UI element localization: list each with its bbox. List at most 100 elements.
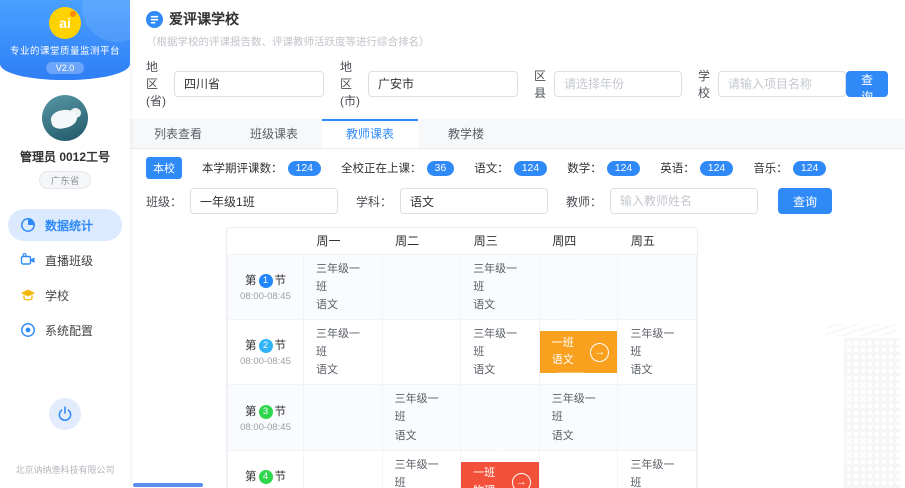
app-logo-icon: ai <box>49 7 81 39</box>
day-header: 周三 <box>461 228 540 254</box>
stats-row: 本校 本学期评课数：124 全校正在上课：36 语文：124 数学：124 英语… <box>130 149 905 183</box>
teacher-input[interactable] <box>610 188 758 214</box>
schedule-cell: 三年级一班语文 <box>304 254 383 319</box>
tab-list-view[interactable]: 列表查看 <box>130 119 226 148</box>
cell-subject: 语文 <box>552 427 606 445</box>
main-content: 爱评课学校 （根据学校的评课报告数、评课教师活跃度等进行综合排名） 地区(省) … <box>130 0 905 488</box>
schedule-cell: 三年级一班语文 <box>618 319 697 384</box>
count-badge: 124 <box>793 161 827 176</box>
day-header: 周二 <box>382 228 461 254</box>
sidebar-item-label: 数据统计 <box>45 217 93 234</box>
tab-teaching-building[interactable]: 教学楼 <box>418 119 514 148</box>
sidebar-item-schools[interactable]: 学校 <box>8 279 122 311</box>
schedule-cell-live[interactable]: 三年级一班物理 已结束→ <box>461 450 540 488</box>
schedule-cell: 三年级一班语文 <box>382 450 461 488</box>
cell-class-name: 三年级一班 <box>630 325 684 361</box>
cell-class-name: 三年级一班 <box>473 325 527 361</box>
stat-semester-reviews: 本学期评课数：124 <box>202 160 321 176</box>
sidebar-item-system-config[interactable]: 系统配置 <box>8 314 122 346</box>
schedule-cell-empty <box>304 450 383 488</box>
page-subtitle: （根据学校的评课报告数、评课教师活跃度等进行综合排名） <box>146 34 887 49</box>
schedule-search-button[interactable]: 查询 <box>778 188 832 214</box>
schedule-cell: 三年级一班语文 <box>461 254 540 319</box>
school-icon <box>20 287 36 303</box>
province-label: 地区(省) <box>146 58 166 109</box>
tab-teacher-schedule[interactable]: 教师课表 <box>322 119 418 148</box>
schedule-cell: 三年级一班语文 <box>618 450 697 488</box>
cell-class-name: 三年级一班 <box>630 456 684 488</box>
school-input[interactable] <box>718 71 846 97</box>
enter-class-icon[interactable]: → <box>590 343 609 362</box>
province-select[interactable] <box>174 71 324 97</box>
sidebar: ai 专业的课堂质量监测平台 V2.0 管理员 0012工号 广东省 数据统计 … <box>0 0 130 488</box>
settings-icon <box>20 322 36 338</box>
sidebar-menu: 数据统计 直播班级 学校 系统配置 <box>0 209 130 346</box>
period-number-badge: 2 <box>259 339 273 353</box>
logout-power-button[interactable] <box>49 398 81 430</box>
building-watermark <box>844 338 900 488</box>
cell-subject: 语文 <box>473 296 527 314</box>
count-badge: 124 <box>514 161 548 176</box>
sidebar-item-data-statistics[interactable]: 数据统计 <box>8 209 122 241</box>
class-select[interactable] <box>190 188 338 214</box>
city-select[interactable] <box>368 71 518 97</box>
stat-music: 音乐：124 <box>753 160 826 176</box>
enter-class-icon[interactable]: → <box>512 473 531 488</box>
schedule-cell-live[interactable]: 三年级一班语文 授课中→ <box>539 319 618 384</box>
schedule-cell-empty <box>382 254 461 319</box>
schedule-cell: 三年级一班语文 <box>304 319 383 384</box>
stat-math: 数学：124 <box>567 160 640 176</box>
timetable-corner <box>228 228 304 254</box>
platform-name: 专业的课堂质量监测平台 <box>0 43 130 57</box>
horizontal-scrollbar[interactable] <box>133 483 203 487</box>
cell-class-name: 三年级一班 <box>552 317 591 352</box>
sidebar-item-label: 学校 <box>45 287 69 304</box>
class-label: 班级： <box>146 193 182 210</box>
cell-subject: 语文 <box>473 361 527 379</box>
period-label: 第1节08:00-08:45 <box>228 254 304 319</box>
period-number-badge: 3 <box>259 405 273 419</box>
video-camera-icon <box>20 252 36 268</box>
cell-subject: 物理 已结束 <box>473 483 512 488</box>
cell-class-name: 三年级一班 <box>395 390 449 426</box>
power-icon <box>57 406 73 422</box>
cell-class-name: 三年级一班 <box>473 448 512 483</box>
cell-subject: 语文 <box>630 361 684 379</box>
period-number-badge: 1 <box>259 274 273 288</box>
teacher-label: 教师： <box>566 193 602 210</box>
cell-subject: 语文 <box>316 361 370 379</box>
count-badge: 124 <box>700 161 734 176</box>
schedule-cell-empty <box>539 450 618 488</box>
user-region-badge: 广东省 <box>39 171 92 189</box>
tab-class-schedule[interactable]: 班级课表 <box>226 119 322 148</box>
district-label: 区县 <box>534 67 546 101</box>
sidebar-item-label: 直播班级 <box>45 252 93 269</box>
count-badge: 36 <box>427 161 455 176</box>
schedule-cell-empty <box>382 319 461 384</box>
district-select[interactable] <box>554 71 682 97</box>
sidebar-item-label: 系统配置 <box>45 322 93 339</box>
cell-subject: 语文 <box>395 427 449 445</box>
schedule-cell-empty <box>461 385 540 450</box>
period-label: 第4节08:00-08:45 <box>228 450 304 488</box>
period-label: 第3节08:00-08:45 <box>228 385 304 450</box>
sidebar-brand: ai 专业的课堂质量监测平台 V2.0 <box>0 0 130 80</box>
schedule-cell-empty <box>539 254 618 319</box>
cell-subject: 语文 <box>316 296 370 314</box>
subject-select[interactable] <box>400 188 548 214</box>
schedule-filter-row: 班级： 学科： 教师： 查询 <box>130 183 905 214</box>
search-button[interactable]: 查询 <box>846 71 888 97</box>
day-header: 周一 <box>304 228 383 254</box>
cell-class-name: 三年级一班 <box>316 325 370 361</box>
timetable-card: 周一周二周三周四周五第1节08:00-08:45三年级一班语文三年级一班语文第2… <box>226 227 698 488</box>
school-label: 学校 <box>698 67 710 101</box>
view-tabbar: 列表查看 班级课表 教师课表 教学楼 <box>130 119 905 149</box>
sidebar-item-live-classes[interactable]: 直播班级 <box>8 244 122 276</box>
status-badge: 授课中 <box>554 372 588 383</box>
page-title: 爱评课学校 <box>169 9 239 29</box>
cell-class-name: 三年级一班 <box>552 390 606 426</box>
period-time: 08:00-08:45 <box>228 422 303 433</box>
region-filter-row: 地区(省) 地区(市) 区县 学校 查询 <box>146 58 887 109</box>
stat-in-class-now: 全校正在上课：36 <box>341 160 454 176</box>
subject-label: 学科： <box>356 193 392 210</box>
